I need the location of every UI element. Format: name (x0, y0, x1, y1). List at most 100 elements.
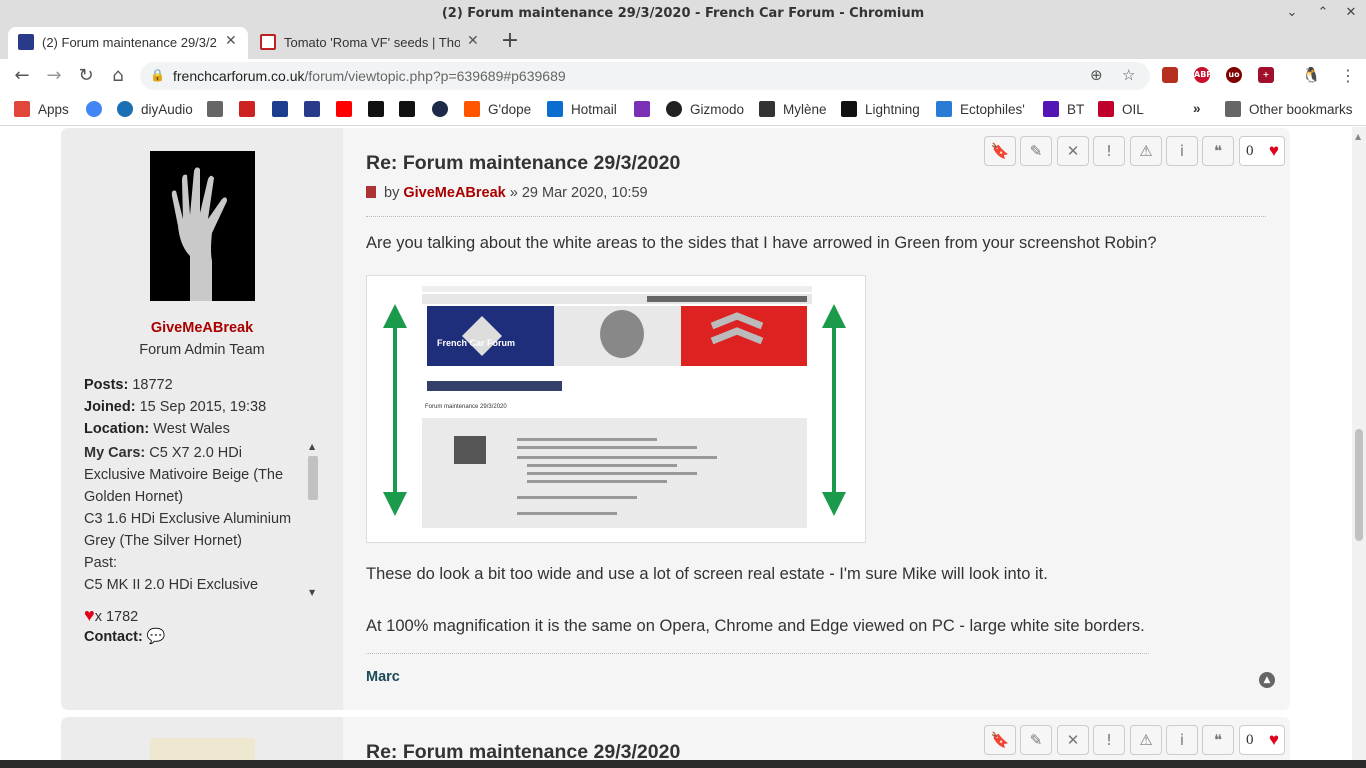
google-icon (86, 101, 102, 117)
report-post-button[interactable]: ! (1093, 725, 1125, 755)
tab-forum-maintenance[interactable]: (2) Forum maintenance 29/3/2 ✕ (8, 27, 248, 59)
user-avatar[interactable] (150, 151, 255, 301)
report-post-button[interactable]: ! (1093, 136, 1125, 166)
post-title[interactable]: Re: Forum maintenance 29/3/2020 (366, 152, 680, 175)
scroll-up-icon[interactable]: ▲ (1355, 132, 1361, 141)
mylene-icon (759, 101, 775, 117)
bookmark-post-button[interactable]: 🔖 (984, 136, 1016, 166)
menu-dots-icon[interactable]: ⋮ (1336, 64, 1360, 88)
warn-user-button[interactable]: ⚠ (1130, 725, 1162, 755)
bookmarks-overflow-button[interactable]: » (1193, 101, 1201, 116)
bookmark-fcf[interactable] (304, 101, 328, 117)
warn-user-button[interactable]: ⚠ (1130, 136, 1162, 166)
bookmark-uk[interactable] (272, 101, 296, 117)
like-button[interactable]: 0 ♥ (1239, 136, 1285, 166)
home-icon[interactable]: ⌂ (106, 64, 130, 88)
address-bar[interactable]: 🔒 frenchcarforum.co.uk/forum/viewtopic.p… (140, 62, 1150, 90)
quote-button[interactable]: ❝ (1202, 136, 1234, 166)
heart-icon: ♥ (84, 605, 95, 625)
url-text[interactable]: frenchcarforum.co.uk/forum/viewtopic.php… (173, 68, 566, 84)
new-tab-icon[interactable]: + (498, 29, 522, 53)
back-to-top-icon[interactable]: ▲ (1259, 672, 1275, 688)
bookmark-car-red[interactable] (239, 101, 263, 117)
page-scrollbar[interactable]: ▲ (1352, 127, 1366, 768)
edit-post-button[interactable]: ✎ (1020, 725, 1052, 755)
bookmark-mylene[interactable]: Mylène (759, 101, 827, 117)
bookmark-car[interactable] (207, 101, 231, 117)
post-icon (366, 186, 376, 198)
fcf-icon (304, 101, 320, 117)
info-button[interactable]: i (1166, 725, 1198, 755)
bookmark-gdope[interactable]: G'dope (464, 101, 531, 117)
other-bookmarks[interactable]: Other bookmarks (1225, 101, 1353, 117)
cars-scrollbar[interactable]: ▲ ▼ (306, 442, 320, 604)
bookmark-google[interactable] (86, 101, 110, 117)
page-content: GiveMeABreak Forum Admin Team Posts: 187… (0, 127, 1352, 768)
bookmark-apps[interactable]: Apps (14, 101, 69, 117)
soa-icon (1098, 101, 1114, 117)
profile-cars-list[interactable]: My Cars: C5 X7 2.0 HDi Exclusive Mativoi… (84, 442, 306, 600)
browser-toolbar: ← → ↻ ⌂ 🔒 frenchcarforum.co.uk/forum/vie… (0, 59, 1366, 93)
bookmark-youtube[interactable] (336, 101, 360, 117)
svg-text:French Car Forum: French Car Forum (437, 338, 515, 348)
bookmark-bag[interactable] (634, 101, 658, 117)
bookmark-lightning[interactable]: Lightning (841, 101, 920, 117)
bookmark-diyaudio[interactable]: diyAudio (117, 101, 193, 117)
back-icon[interactable]: ← (10, 64, 34, 88)
like-button[interactable]: 0 ♥ (1239, 725, 1285, 755)
lock-icon: 🔒 (150, 68, 165, 82)
profile-location: Location: West Wales (84, 421, 230, 437)
delete-post-button[interactable]: ✕ (1057, 725, 1089, 755)
adblock-plus-icon[interactable]: ABP (1194, 67, 1212, 83)
heart-icon: ♥ (1268, 141, 1279, 160)
scroll-down-icon[interactable]: ▼ (309, 588, 315, 597)
taskbar-strip (0, 760, 1366, 768)
minimize-icon[interactable]: ⌄ (1282, 3, 1302, 23)
bookmark-hotmail[interactable]: Hotmail (547, 101, 617, 117)
edit-post-button[interactable]: ✎ (1020, 136, 1052, 166)
bookmark-oil[interactable]: OIL (1098, 101, 1144, 117)
maximize-icon[interactable]: ⌃ (1313, 3, 1333, 23)
lightning-icon (841, 101, 857, 117)
window-title: (2) Forum maintenance 29/3/2020 - French… (441, 6, 925, 21)
post-signature: Marc (366, 669, 400, 685)
post-author-rank: Forum Admin Team (139, 342, 265, 358)
byline-author[interactable]: GiveMeABreak (403, 185, 505, 201)
bookmark-post-button[interactable]: 🔖 (984, 725, 1016, 755)
cars-scroll-thumb[interactable] (308, 456, 318, 500)
bookmark-globe[interactable] (432, 101, 456, 117)
close-window-icon[interactable]: ✕ (1341, 3, 1361, 23)
linux-penguin-icon[interactable]: 🐧 (1302, 67, 1321, 83)
tab-strip: (2) Forum maintenance 29/3/2 ✕ Tomato 'R… (0, 27, 1366, 59)
shield-extension-icon[interactable]: + (1258, 67, 1274, 83)
zoom-icon[interactable]: ⊕ (1090, 66, 1103, 84)
forward-icon[interactable]: → (42, 64, 66, 88)
apps-grid-icon (14, 101, 30, 117)
post-byline: by GiveMeABreak » 29 Mar 2020, 10:59 (366, 185, 648, 201)
chat-bubble-icon[interactable]: 💬 (147, 628, 166, 645)
quote-button[interactable]: ❝ (1202, 725, 1234, 755)
gizmodo-icon (666, 101, 682, 117)
bookmark-bt[interactable]: BT (1043, 101, 1084, 117)
embedded-screenshot[interactable]: French Car Forum Forum maintenance 29/3/… (366, 275, 866, 543)
scroll-up-icon[interactable]: ▲ (309, 442, 315, 451)
bookmark-m[interactable] (399, 101, 423, 117)
delete-post-button[interactable]: ✕ (1057, 136, 1089, 166)
bookmark-gizmodo[interactable]: Gizmodo (666, 101, 744, 117)
bookmark-bbc[interactable] (368, 101, 392, 117)
tab-tomato-seeds[interactable]: Tomato 'Roma VF' seeds | Tho ✕ (250, 27, 490, 59)
bbc-icon (368, 101, 384, 117)
ublock-origin-icon[interactable]: uo (1226, 67, 1242, 83)
book-extension-icon[interactable] (1162, 67, 1178, 83)
post-author-name[interactable]: GiveMeABreak (61, 320, 343, 336)
heart-icon: ♥ (1268, 730, 1279, 749)
page-scroll-thumb[interactable] (1355, 429, 1363, 541)
bookmark-star-icon[interactable]: ☆ (1122, 66, 1135, 84)
car-icon (207, 101, 223, 117)
reload-icon[interactable]: ↻ (74, 64, 98, 88)
bt-icon (1043, 101, 1059, 117)
close-tab-icon[interactable]: ✕ (467, 33, 479, 49)
info-button[interactable]: i (1166, 136, 1198, 166)
bookmark-ectophiles[interactable]: Ectophiles' (936, 101, 1025, 117)
close-tab-icon[interactable]: ✕ (225, 33, 237, 49)
